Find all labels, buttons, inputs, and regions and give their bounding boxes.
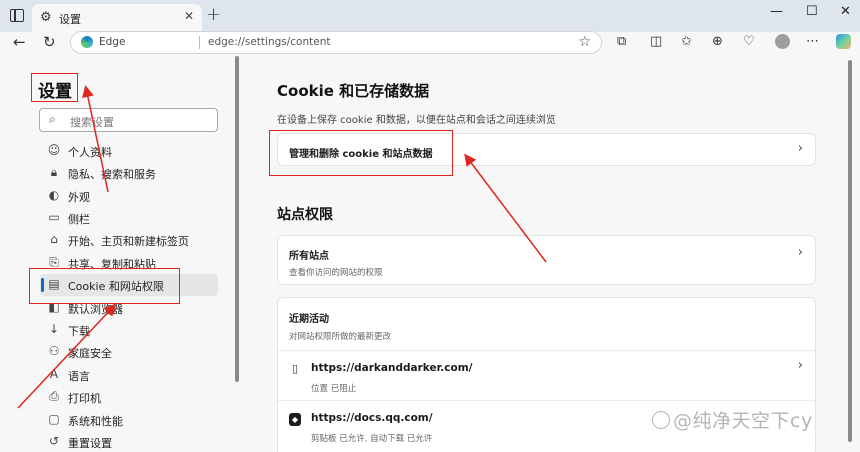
address-separator <box>199 36 200 49</box>
title-bar: ⚙ 设置 ✕ + — ☐ ✕ <box>0 0 860 32</box>
sidebar-item-sidebar[interactable]: ▭ 侧栏 <box>40 207 218 229</box>
all-sites-desc: 查看你访问的网站的权限 <box>289 268 383 278</box>
chevron-right-icon: › <box>797 245 803 260</box>
family-icon: ⚇ <box>48 344 60 358</box>
sidebar-item-label: 家庭安全 <box>68 347 112 360</box>
reset-icon: ↺ <box>48 434 60 448</box>
window-close-button[interactable]: ✕ <box>840 4 851 19</box>
search-input[interactable]: ⌕ 搜索设置 <box>39 108 218 132</box>
sidebar-item-privacy[interactable]: 🔒︎ 隐私、搜索和服务 <box>40 162 218 184</box>
watermark: @纯净天空下cy <box>652 406 813 433</box>
language-icon: A <box>49 367 59 381</box>
sidebar-item-language[interactable]: A 语言 <box>40 364 218 386</box>
extensions-icon[interactable]: ⧉ <box>617 34 626 49</box>
recent-desc: 对网站权限所做的最新更改 <box>289 332 392 342</box>
content-scrollbar[interactable] <box>848 60 852 442</box>
all-sites-title: 所有站点 <box>289 251 329 262</box>
avatar[interactable] <box>775 34 790 49</box>
new-tab-button[interactable]: + <box>206 4 221 25</box>
search-placeholder: 搜索设置 <box>70 116 114 129</box>
page-icon: ▯ <box>291 362 299 375</box>
split-screen-icon[interactable]: ◫ <box>650 34 662 49</box>
chevron-right-icon: › <box>797 141 803 156</box>
cookie-section-title: Cookie 和已存储数据 <box>277 82 430 100</box>
site-url: https://darkanddarker.com/ <box>311 362 473 374</box>
site-label: Edge <box>99 36 126 48</box>
tab-settings[interactable]: ⚙ 设置 ✕ <box>32 4 202 32</box>
sidebar-item-label: 下载 <box>68 325 90 338</box>
browser-essentials-icon[interactable]: ♡ <box>743 34 755 49</box>
search-icon: ⌕ <box>49 112 56 126</box>
sidebar-item-profile[interactable]: ☺ 个人资料 <box>40 140 218 162</box>
permissions-title: 站点权限 <box>277 207 333 223</box>
profile-icon: ☺ <box>47 143 61 157</box>
refresh-icon[interactable]: ↻ <box>43 33 56 51</box>
tab-actions-icon[interactable] <box>10 9 24 22</box>
sidebar-item-appearance[interactable]: ◐ 外观 <box>40 185 218 207</box>
tab-title: 设置 <box>59 13 81 26</box>
sidebar-item-label: 系统和性能 <box>68 415 123 428</box>
tab-close-icon[interactable]: ✕ <box>184 9 194 23</box>
printer-icon: ⎙ <box>49 389 59 403</box>
maximize-button[interactable]: ☐ <box>806 4 818 19</box>
sidebar-item-label: 隐私、搜索和服务 <box>68 168 156 181</box>
gear-icon: ⚙ <box>40 10 52 25</box>
all-sites-row[interactable]: 所有站点 查看你访问的网站的权限 › <box>277 235 816 285</box>
navigation-bar: ← ↻ Edge edge://settings/content ☆ ⧉ ◫ ✩… <box>0 31 860 54</box>
url-text[interactable]: edge://settings/content <box>208 36 330 48</box>
sidebar-item-start-home[interactable]: ⌂ 开始、主页和新建标签页 <box>40 229 218 251</box>
sidebar-item-reset[interactable]: ↺ 重置设置 <box>40 431 218 452</box>
annotation-box-title <box>31 73 78 102</box>
sidebar-item-label: 个人资料 <box>68 146 112 159</box>
watermark-logo-icon <box>652 411 670 429</box>
copilot-icon[interactable] <box>836 34 851 49</box>
site-permissions: 剪贴板 已允许, 自动下载 已允许 <box>311 434 433 444</box>
system-icon: ▢ <box>48 412 60 426</box>
divider <box>278 350 815 351</box>
sidebar-item-label: 重置设置 <box>68 437 112 450</box>
sidebar-item-label: 打印机 <box>68 392 101 405</box>
back-icon[interactable]: ← <box>13 33 26 51</box>
sidebar-scrollbar[interactable] <box>235 56 239 382</box>
more-menu-icon[interactable]: ⋯ <box>806 34 819 49</box>
divider <box>278 400 815 401</box>
download-icon: ↓ <box>48 322 60 336</box>
site-permissions: 位置 已阻止 <box>311 384 357 394</box>
watermark-text: @纯净天空下cy <box>673 410 813 432</box>
appearance-icon: ◐ <box>48 188 60 202</box>
edge-logo-icon <box>81 36 93 48</box>
sidebar-item-label: 语言 <box>68 370 90 383</box>
sidebar-item-printers[interactable]: ⎙ 打印机 <box>40 386 218 408</box>
recent-title: 近期活动 <box>289 314 329 325</box>
annotation-box-cookies <box>29 268 180 304</box>
sidebar-item-label: 开始、主页和新建标签页 <box>68 235 189 248</box>
site-url: https://docs.qq.com/ <box>311 412 433 424</box>
favorites-icon[interactable]: ✩ <box>681 34 692 49</box>
lock-icon: 🔒︎ <box>50 165 58 179</box>
favorite-star-icon[interactable]: ☆ <box>578 34 591 50</box>
address-bar[interactable]: Edge edge://settings/content ☆ <box>70 31 602 54</box>
home-icon: ⌂ <box>50 232 58 246</box>
collections-icon[interactable]: ⊕ <box>712 34 723 49</box>
sidebar-item-label: 侧栏 <box>68 213 90 226</box>
sidebar-item-system[interactable]: ▢ 系统和性能 <box>40 409 218 431</box>
minimize-button[interactable]: — <box>770 4 783 19</box>
annotation-box-manage <box>269 130 453 176</box>
cookie-section-desc: 在设备上保存 cookie 和数据，以便在站点和会话之间连续浏览 <box>277 115 556 126</box>
qq-docs-icon: ◆ <box>289 413 301 426</box>
sidebar-item-downloads[interactable]: ↓ 下载 <box>40 319 218 341</box>
sidebar-icon: ▭ <box>48 210 60 224</box>
sidebar-item-label: 外观 <box>68 191 90 204</box>
sidebar-item-family[interactable]: ⚇ 家庭安全 <box>40 341 218 363</box>
chevron-right-icon: › <box>797 358 803 373</box>
